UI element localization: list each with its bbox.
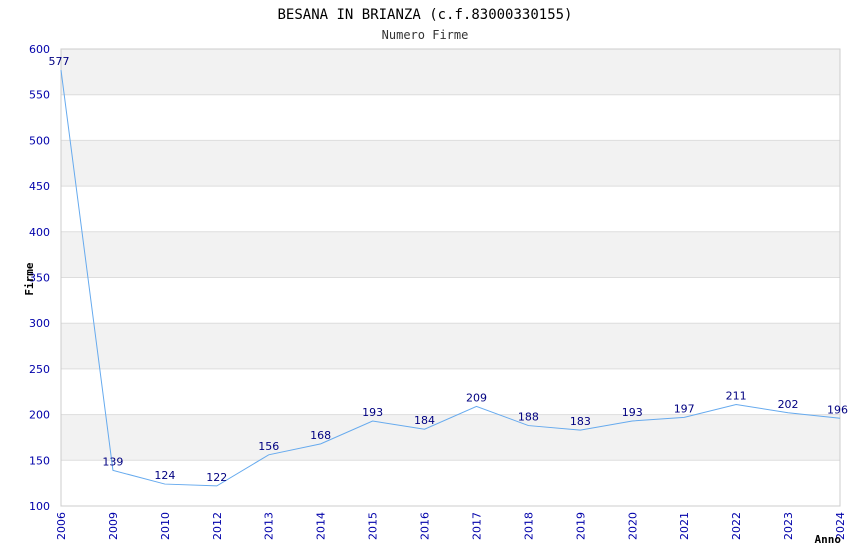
x-tick-label: 2022 <box>730 512 743 540</box>
chart-svg: BESANA IN BRIANZA (c.f.83000330155) Nume… <box>23 7 848 546</box>
x-tick-label: 2017 <box>470 512 483 540</box>
plot-band <box>61 414 840 461</box>
data-label: 168 <box>310 429 331 442</box>
data-label: 122 <box>206 471 227 484</box>
x-axis-ticks: 2006 2009 2010 2012 2013 2014 2015 2016 2017 2018… <box>55 512 847 540</box>
data-label: 193 <box>362 406 383 419</box>
x-axis-label: Anno <box>815 533 842 546</box>
x-tick-label: 2023 <box>782 512 795 540</box>
data-label: 124 <box>154 469 175 482</box>
chart: BESANA IN BRIANZA (c.f.83000330155) Nume… <box>0 0 850 550</box>
x-tick-label: 2015 <box>367 512 380 540</box>
plot-bands <box>61 49 840 461</box>
chart-subtitle: Numero Firme <box>382 28 469 42</box>
y-axis-label: Firme <box>23 262 36 295</box>
y-tick-label: 400 <box>29 226 50 239</box>
y-tick-label: 500 <box>29 134 50 147</box>
data-label: 202 <box>778 398 799 411</box>
y-tick-label: 550 <box>29 89 50 102</box>
x-tick-label: 2006 <box>55 512 68 540</box>
data-label: 211 <box>726 390 747 403</box>
x-tick-label: 2012 <box>211 512 224 540</box>
x-tick-label: 2010 <box>159 512 172 540</box>
data-label: 196 <box>827 403 848 416</box>
y-tick-label: 150 <box>29 454 50 467</box>
data-label: 209 <box>466 391 487 404</box>
x-tick-label: 2016 <box>419 512 432 540</box>
y-tick-label: 250 <box>29 363 50 376</box>
y-tick-label: 600 <box>29 43 50 56</box>
x-tick-label: 2018 <box>522 512 535 540</box>
data-label: 139 <box>102 455 123 468</box>
x-tick-label: 2013 <box>263 512 276 540</box>
y-tick-label: 200 <box>29 409 50 422</box>
plot-band <box>61 231 840 278</box>
plot-band <box>61 140 840 187</box>
x-tick-label: 2014 <box>315 512 328 540</box>
y-tick-label: 100 <box>29 500 50 513</box>
data-label: 156 <box>258 440 279 453</box>
plot-band <box>61 49 840 95</box>
x-tick-label: 2009 <box>107 512 120 540</box>
x-tick-label: 2021 <box>678 512 691 540</box>
data-label: 184 <box>414 414 435 427</box>
data-label: 577 <box>49 55 70 68</box>
data-label: 188 <box>518 411 539 424</box>
x-tick-label: 2019 <box>574 512 587 540</box>
x-tick-label: 2020 <box>626 512 639 540</box>
y-tick-label: 300 <box>29 317 50 330</box>
chart-title: BESANA IN BRIANZA (c.f.83000330155) <box>277 7 572 23</box>
plot-band <box>61 323 840 369</box>
data-label: 197 <box>674 402 695 415</box>
data-label: 183 <box>570 415 591 428</box>
y-tick-label: 450 <box>29 180 50 193</box>
data-label: 193 <box>622 406 643 419</box>
